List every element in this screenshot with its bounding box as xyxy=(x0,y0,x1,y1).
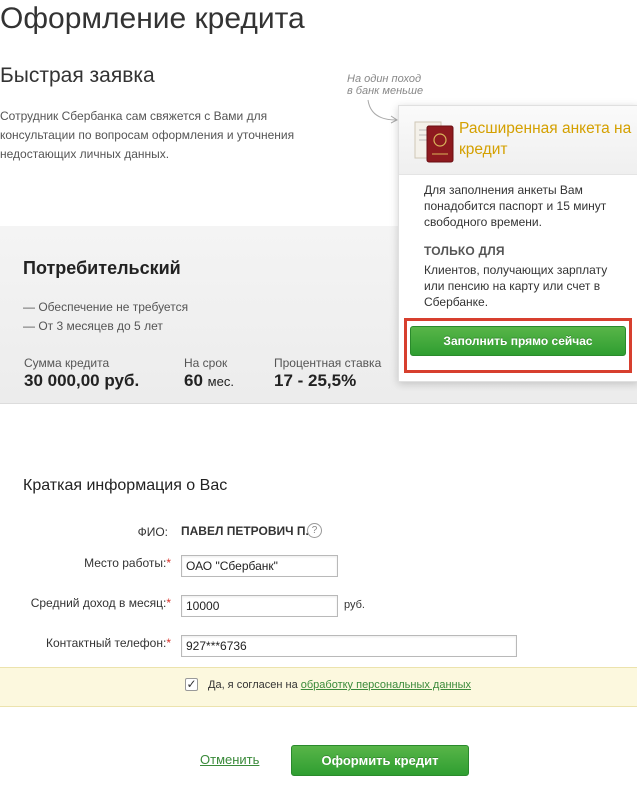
fill-now-button[interactable]: Заполнить прямо сейчас xyxy=(410,326,626,356)
promo-hint-line1: На один поход xyxy=(347,73,422,85)
promo-hint: На один поход в банк меньше xyxy=(347,73,423,97)
income-label: Средний доход в месяц:* xyxy=(31,596,171,610)
income-input[interactable] xyxy=(181,595,338,617)
promo-title: Расширенная анкета на кредит xyxy=(459,120,632,158)
personal-data-link[interactable]: обработку персональных данных xyxy=(301,679,471,691)
submit-credit-button[interactable]: Оформить кредит xyxy=(291,745,469,776)
consent-label: Да, я согласен на xyxy=(208,679,298,691)
hint-arrow-icon xyxy=(367,99,398,124)
promo-audience: Клиентов, получающих зарплату или пенсию… xyxy=(424,263,608,309)
promo-only-for: ТОЛЬКО ДЛЯ xyxy=(424,244,505,258)
term-number: 60 xyxy=(184,371,203,390)
income-currency: руб. xyxy=(344,599,365,611)
amount-label: Сумма кредита xyxy=(24,356,110,370)
workplace-label: Место работы:* xyxy=(84,556,171,570)
required-mark: * xyxy=(166,636,171,650)
phone-label-text: Контактный телефон: xyxy=(46,636,167,650)
product-name: Потребительский xyxy=(23,258,181,278)
phone-label: Контактный телефон:* xyxy=(46,636,171,650)
product-feature: — Обеспечение не требуется xyxy=(23,300,189,314)
fio-value: ПАВЕЛ ПЕТРОВИЧ П. xyxy=(181,524,309,538)
rate-value: 17 - 25,5% xyxy=(274,371,357,390)
promo-hint-line2: в банк меньше xyxy=(347,85,424,97)
required-mark: * xyxy=(166,596,171,610)
workplace-label-text: Место работы: xyxy=(84,556,167,570)
term-unit: мес. xyxy=(207,374,234,389)
promo-card-header: Расширенная анкета на кредит xyxy=(399,106,637,175)
term-value: 60 мес. xyxy=(184,371,234,391)
fio-label: ФИО: xyxy=(137,525,168,539)
consent-checkbox[interactable]: ✓ xyxy=(185,678,198,691)
workplace-input[interactable] xyxy=(181,555,338,577)
help-icon[interactable]: ? xyxy=(307,523,322,538)
phone-input[interactable] xyxy=(181,635,517,657)
quick-request-title: Быстрая заявка xyxy=(0,64,155,87)
page-title: Оформление кредита xyxy=(0,2,305,35)
cancel-link[interactable]: Отменить xyxy=(200,752,259,767)
amount-value: 30 000,00 руб. xyxy=(24,371,140,390)
form-section-title: Краткая информация о Вас xyxy=(23,477,228,494)
promo-time-note: Для заполнения анкеты Вам понадобится па… xyxy=(424,183,607,229)
passport-icon xyxy=(414,121,454,163)
rate-label: Процентная ставка xyxy=(274,356,382,370)
consent-text: Да, я согласен на обработку персональных… xyxy=(208,679,471,691)
income-label-text: Средний доход в месяц: xyxy=(30,596,167,610)
quick-request-description: Сотрудник Сбербанка сам свяжется с Вами … xyxy=(0,109,295,161)
required-mark: * xyxy=(166,556,171,570)
term-label: На срок xyxy=(184,356,228,370)
product-feature: — От 3 месяцев до 5 лет xyxy=(23,319,163,333)
